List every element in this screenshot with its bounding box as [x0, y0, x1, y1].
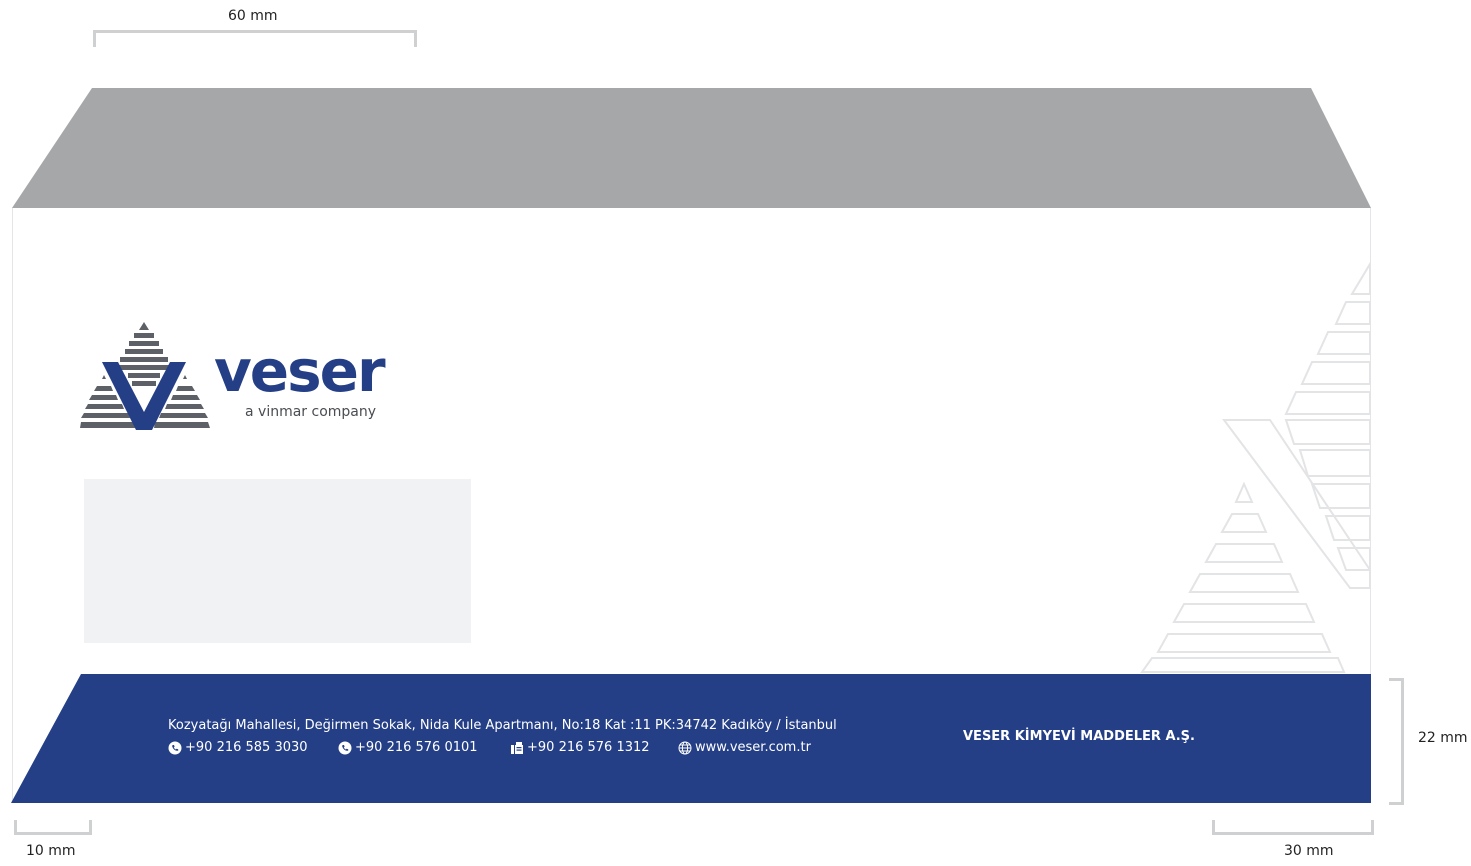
contact-phone-2: +90 216 576 0101 — [338, 740, 478, 755]
contact-phone-1: +90 216 585 3030 — [168, 740, 308, 755]
left-margin-bracket — [14, 820, 92, 835]
right-margin-label: 30 mm — [1284, 843, 1334, 859]
phone-icon — [338, 741, 352, 754]
contact-text: +90 216 585 3030 — [185, 740, 308, 755]
contact-text: +90 216 576 1312 — [527, 740, 650, 755]
contact-website: www.veser.com.tr — [678, 740, 811, 755]
contact-fax: +90 216 576 1312 — [510, 740, 650, 755]
fax-icon — [511, 741, 523, 754]
phone-icon — [168, 741, 182, 754]
right-margin-bracket — [1212, 820, 1374, 835]
footer-address: Kozyatağı Mahallesi, Değirmen Sokak, Nid… — [168, 718, 837, 733]
footer-band — [11, 674, 1371, 803]
footer-height-bracket — [1389, 678, 1404, 805]
company-name: VESER KİMYEVİ MADDELER A.Ş. — [963, 729, 1195, 744]
globe-icon — [678, 741, 692, 754]
contact-text: +90 216 576 0101 — [355, 740, 478, 755]
contact-text: www.veser.com.tr — [695, 740, 811, 755]
left-margin-label: 10 mm — [26, 843, 76, 859]
footer-height-label: 22 mm — [1418, 730, 1468, 746]
